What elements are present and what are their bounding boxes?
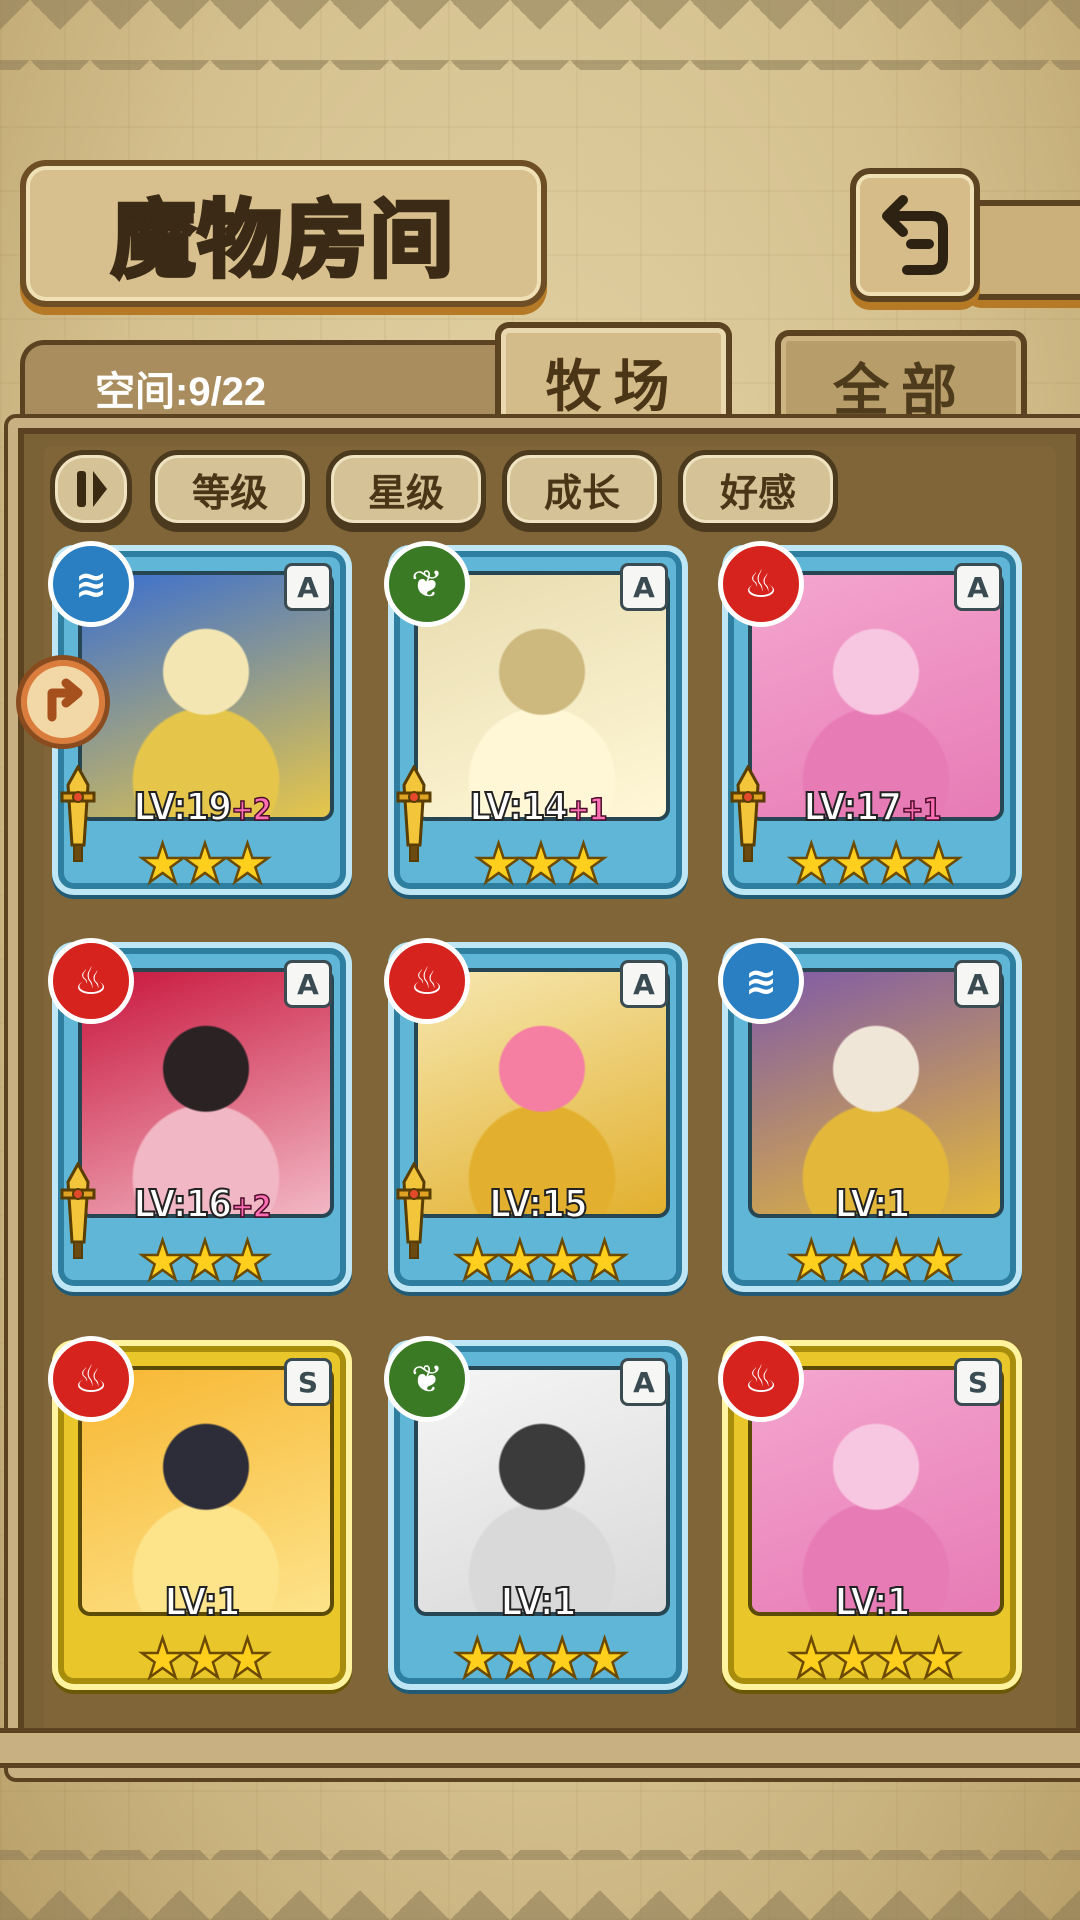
level-bonus: +1	[900, 792, 942, 829]
wood-element-icon: ❦	[384, 1336, 470, 1422]
filter-level-button[interactable]: 等级	[150, 450, 310, 528]
star-rating: ★★★	[137, 1229, 273, 1292]
level-value: LV:17	[803, 784, 904, 830]
pause-toggle-icon	[77, 471, 107, 507]
level-label: LV:1	[762, 1579, 982, 1625]
monster-card[interactable]: A ❦ LV:14+1 ★★★	[384, 541, 688, 895]
star-rating: ★★★	[473, 832, 609, 895]
level-bonus: +1	[566, 792, 608, 829]
monster-card[interactable]: A ❦ LV:1 ★★★★	[384, 1336, 688, 1690]
star-rating: ★★★★	[786, 832, 964, 895]
back-button-tail	[965, 200, 1080, 300]
level-value: LV:15	[488, 1181, 589, 1227]
level-value: LV:1	[164, 1579, 242, 1625]
filter-growth-button[interactable]: 成长	[502, 450, 662, 528]
rank-badge: S	[284, 1358, 332, 1406]
level-label: LV:1	[762, 1181, 982, 1227]
title-plate: 魔物房间	[20, 160, 547, 307]
water-element-icon: ≋	[718, 938, 804, 1024]
level-value: LV:16	[133, 1181, 234, 1227]
star-rating: ★★★★	[786, 1627, 964, 1690]
star-rating: ★★★★	[452, 1627, 630, 1690]
sort-toggle-button[interactable]	[50, 450, 132, 528]
level-value: LV:14	[469, 784, 570, 830]
space-capacity: 空间:9/22	[95, 370, 267, 414]
rank-badge: S	[954, 1358, 1002, 1406]
water-element-icon: ≋	[48, 541, 134, 627]
bottom-zigzag-border	[0, 1850, 1080, 1920]
monster-card[interactable]: S ♨ LV:1 ★★★★	[718, 1336, 1022, 1690]
space-bar: 空间:9/22	[20, 340, 520, 427]
monster-card[interactable]: A ♨ LV:15 ★★★★	[384, 938, 688, 1292]
fire-element-icon: ♨	[718, 541, 804, 627]
level-label: LV:16+2	[92, 1181, 312, 1227]
level-label: LV:1	[92, 1579, 312, 1625]
wood-element-icon: ❦	[384, 541, 470, 627]
filter-favor-button[interactable]: 好感	[678, 450, 838, 528]
level-value: LV:19	[133, 784, 234, 830]
filter-star-button[interactable]: 星级	[326, 450, 486, 528]
level-bonus: +2	[230, 1189, 272, 1226]
rank-badge: A	[620, 563, 668, 611]
back-button[interactable]	[850, 168, 980, 302]
rank-badge: A	[954, 563, 1002, 611]
star-rating: ★★★	[137, 832, 273, 895]
level-label: LV:17+1	[762, 784, 982, 830]
rank-badge: A	[284, 960, 332, 1008]
star-rating: ★★★★	[786, 1229, 964, 1292]
level-value: LV:1	[834, 1579, 912, 1625]
side-scroll-button[interactable]	[16, 655, 110, 749]
monster-card[interactable]: A ♨ LV:16+2 ★★★	[48, 938, 352, 1292]
star-rating: ★★★	[137, 1627, 273, 1690]
rank-badge: A	[284, 563, 332, 611]
fire-element-icon: ♨	[384, 938, 470, 1024]
fire-element-icon: ♨	[48, 938, 134, 1024]
fire-element-icon: ♨	[48, 1336, 134, 1422]
level-label: LV:15	[428, 1181, 648, 1227]
rank-badge: A	[954, 960, 1002, 1008]
page-title: 魔物房间	[109, 188, 456, 291]
monster-card[interactable]: A ♨ LV:17+1 ★★★★	[718, 541, 1022, 895]
level-value: LV:1	[834, 1181, 912, 1227]
monster-card[interactable]: A ≋ LV:1 ★★★★	[718, 938, 1022, 1292]
rank-badge: A	[620, 1358, 668, 1406]
level-value: LV:1	[500, 1579, 578, 1625]
level-label: LV:14+1	[428, 784, 648, 830]
star-rating: ★★★★	[452, 1229, 630, 1292]
level-bonus: +2	[230, 792, 272, 829]
top-zigzag-border	[0, 0, 1080, 70]
fire-element-icon: ♨	[718, 1336, 804, 1422]
level-label: LV:19+2	[92, 784, 312, 830]
panel-bottom-rail	[0, 1728, 1080, 1768]
monster-card[interactable]: S ♨ LV:1 ★★★	[48, 1336, 352, 1690]
rank-badge: A	[620, 960, 668, 1008]
return-arrow-icon	[882, 195, 948, 275]
level-label: LV:1	[428, 1579, 648, 1625]
turn-arrow-icon	[47, 678, 83, 722]
